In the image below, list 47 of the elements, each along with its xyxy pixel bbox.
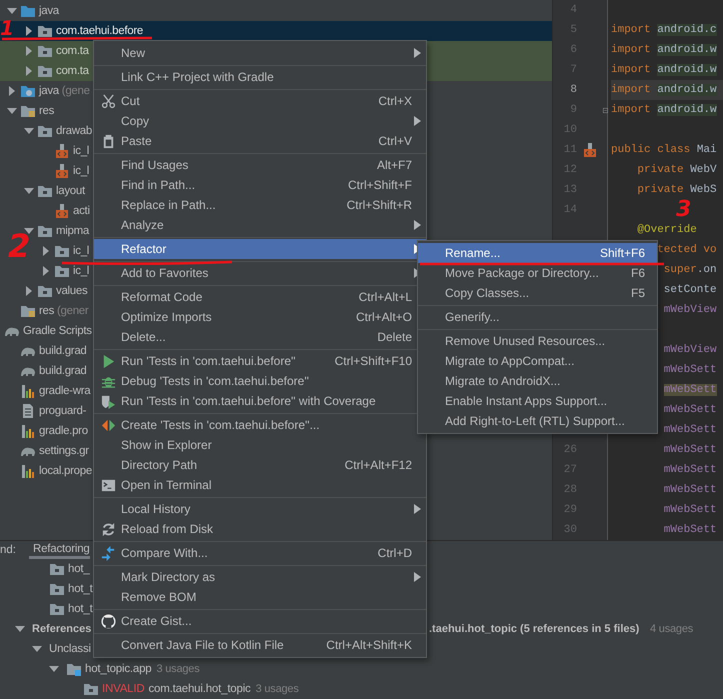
code-line: public class Mai [611, 144, 717, 156]
code-line: tected vo [657, 244, 717, 256]
shortcut-label: Ctrl+Alt+L [358, 290, 412, 304]
code-line: mWebSett [664, 424, 717, 436]
shortcut-label: Ctrl+Shift+F10 [334, 354, 412, 368]
shortcut-label: Alt+F7 [376, 158, 412, 172]
shortcut-label: Ctrl+X [378, 94, 412, 108]
code-line: import android.w [611, 44, 717, 56]
result-summary: .taehui.hot_topic (5 references in 5 files) [429, 623, 640, 635]
code-line: mWebSett [664, 504, 717, 516]
code-line: mWebView [664, 304, 717, 316]
code-line: mWebSett [664, 364, 717, 376]
shortcut-label: Ctrl+Alt+Shift+K [326, 638, 412, 652]
code-line: mWebSett [664, 484, 717, 496]
code-line: @Override [637, 224, 697, 236]
code-line: super.on [664, 264, 717, 276]
usage-count: 4 usages [650, 623, 694, 635]
handwritten-number: 3 [676, 199, 692, 221]
status-label: INVALID [102, 683, 144, 695]
code-line: private WebV [637, 164, 717, 176]
usage-count: 3 usages [156, 663, 200, 675]
shortcut-label: F6 [630, 266, 645, 280]
handwritten-number: 2 [8, 230, 30, 262]
shortcut-label: Ctrl+Shift+F [348, 178, 412, 192]
shortcut-label: F5 [630, 286, 645, 300]
code-line: mWebSett [664, 404, 717, 416]
shortcut-label: Ctrl+Alt+O [356, 310, 412, 324]
shortcut-label: Ctrl+D [378, 546, 412, 560]
shortcut-label: Ctrl+V [378, 134, 412, 148]
line-number: 8 [570, 84, 577, 96]
code-line: import android.w [611, 64, 717, 76]
code-line: private WebS [637, 184, 717, 196]
shortcut-label: Ctrl+Shift+R [346, 198, 412, 212]
usage-count: 3 usages [256, 683, 299, 695]
code-line: mWebSett [664, 464, 717, 476]
code-line: setConte [664, 284, 717, 296]
code-line: import android.w [611, 104, 717, 116]
shortcut-label: Delete [377, 330, 412, 344]
code-line: mWebSett [664, 444, 717, 456]
code-line: mWebSett [664, 524, 717, 536]
shortcut-label: Shift+F6 [600, 246, 645, 260]
code-line: mWebView [664, 344, 717, 356]
toolwindow-label: nd: [0, 543, 17, 558]
code-line: import android.w [611, 84, 717, 96]
code-line: import android.c [611, 24, 717, 36]
shortcut-label: Ctrl+Alt+F12 [344, 458, 412, 472]
handwritten-number: 1 [0, 18, 14, 38]
